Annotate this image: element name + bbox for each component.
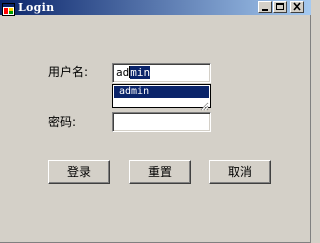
login-window: Login 用户名: admin admin 密码: 登录 重置 取消 [0, 0, 311, 243]
password-label: 密码: [48, 115, 77, 129]
username-label: 用户名: [48, 65, 89, 79]
close-button[interactable] [290, 1, 304, 13]
autocomplete-item[interactable]: admin [114, 86, 209, 98]
resize-grip-icon[interactable] [199, 96, 209, 111]
title-bar[interactable]: Login [0, 0, 311, 16]
maximize-button[interactable] [273, 1, 287, 13]
login-button[interactable]: 登录 [48, 160, 110, 184]
minimize-button[interactable] [258, 1, 272, 13]
username-selected-text: min [130, 66, 151, 79]
username-value: admin [116, 66, 151, 80]
password-input[interactable] [112, 112, 211, 132]
reset-button[interactable]: 重置 [129, 160, 191, 184]
minimize-icon [262, 9, 268, 11]
username-prefix: ad [116, 66, 130, 79]
username-input[interactable]: admin [112, 63, 211, 83]
autocomplete-dropdown[interactable]: admin [112, 84, 211, 111]
cancel-button[interactable]: 取消 [209, 160, 271, 184]
app-window-icon[interactable] [2, 1, 15, 16]
window-title: Login [18, 1, 55, 14]
maximize-icon [276, 3, 284, 10]
close-icon [293, 2, 301, 11]
